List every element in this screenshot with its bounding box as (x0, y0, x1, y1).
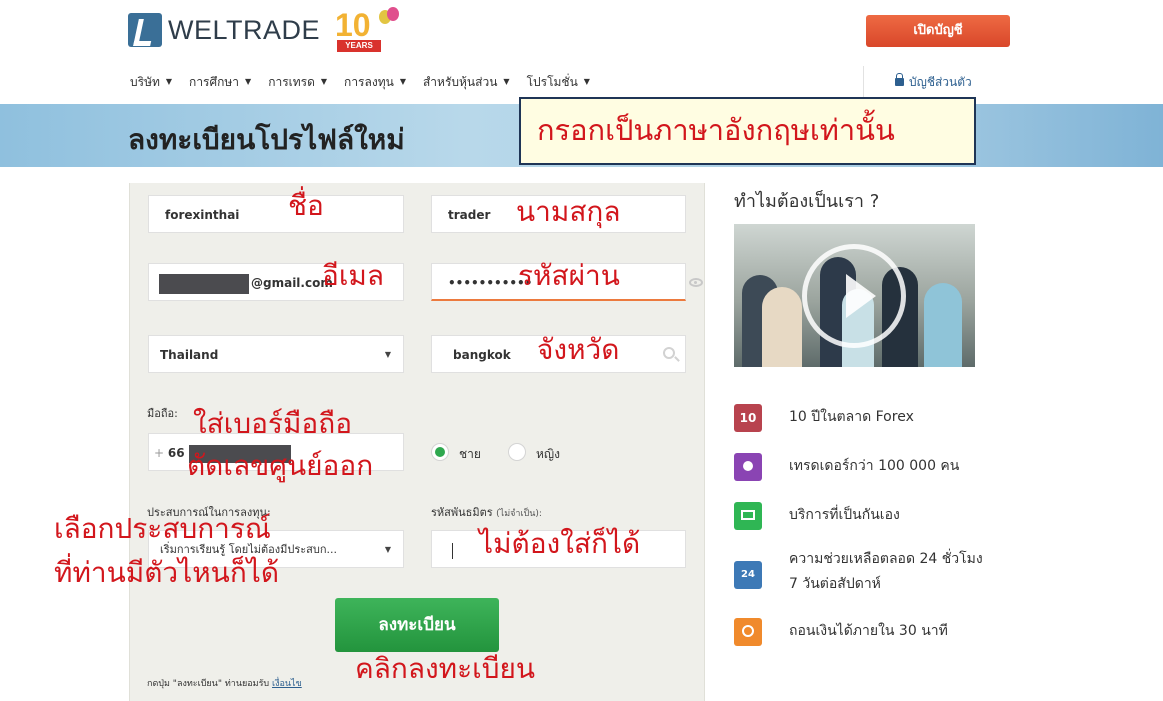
annotation-password: รหัสผ่าน (518, 259, 620, 292)
annotation-first-name: ชื่อ (288, 189, 324, 222)
caret-down-icon: ▼ (503, 77, 510, 86)
anniversary-number: 10 (335, 7, 371, 43)
feature-traders: เทรดเดอร์กว่า 100 000 คน (789, 458, 960, 474)
weltrade-logo[interactable]: WELTRADE (128, 13, 320, 49)
personal-account-link[interactable]: บัญชีส่วนตัว (895, 73, 972, 92)
terms-notice: กดปุ่ม "ลงทะเบียน" ท่านยอมรับ เงื่อนไข (147, 679, 302, 689)
nav-item-investment[interactable]: การลงทุน ▼ (344, 73, 406, 91)
annotation-submit: คลิกลงทะเบียน (355, 652, 536, 685)
select-caret-icon: ▼ (384, 545, 391, 554)
nav-item-promotions[interactable]: โปรโมชั่น ▼ (527, 73, 590, 91)
nav-divider (863, 66, 864, 98)
video-person (762, 287, 802, 367)
promo-video-thumbnail[interactable] (734, 224, 975, 367)
support-24-icon: 24 (734, 561, 762, 589)
gender-female-label: หญิง (536, 447, 560, 461)
search-icon (663, 347, 675, 359)
english-only-note: กรอกเป็นภาษาอังกฤษเท่านั้น (519, 97, 976, 165)
logo-mark-icon (128, 13, 162, 47)
ten-years-icon: 10 (734, 404, 762, 432)
terms-link[interactable]: เงื่อนไข (272, 679, 302, 689)
select-caret-icon: ▼ (384, 350, 391, 359)
text-cursor (452, 542, 453, 559)
annotation-experience-2: ที่ท่านมีตัวไหนก็ได้ (54, 556, 280, 589)
annotation-experience-1: เลือกประสบการณ์ (54, 512, 271, 545)
feature-support-24: ความช่วยเหลือตลอด 24 ชั่วโมง (789, 551, 983, 567)
presentation-icon (734, 502, 762, 530)
annotation-city: จังหวัด (537, 333, 620, 366)
annotation-email: อีเมล (322, 259, 385, 292)
open-account-button[interactable]: เปิดบัญชี (866, 15, 1010, 47)
nav-item-trading[interactable]: การเทรด ▼ (268, 73, 327, 91)
feature-withdrawal: ถอนเงินได้ภายใน 30 นาที (789, 623, 948, 639)
country-select[interactable]: Thailand ▼ (148, 335, 404, 373)
play-icon (846, 274, 876, 318)
feature-friendly-service: บริการที่เป็นกันเอง (789, 507, 900, 523)
feature-support-24-line2: 7 วันต่อสัปดาห์ (789, 576, 881, 592)
show-password-eye-icon[interactable] (689, 278, 703, 287)
feature-ten-years: 10 ปีในตลาด Forex (789, 409, 914, 425)
annotation-phone-2: ตัดเลขศูนย์ออก (187, 449, 374, 482)
anniversary-badge: 10 YEARS (335, 7, 401, 55)
balloon-icon (387, 7, 399, 21)
video-person (924, 283, 962, 367)
stopwatch-icon (734, 618, 762, 646)
lock-icon (895, 73, 904, 86)
caret-down-icon: ▼ (399, 77, 406, 86)
anniversary-ribbon: YEARS (337, 40, 381, 52)
annotation-partner: ไม่ต้องใส่ก็ได้ (479, 527, 641, 560)
redacted-block (159, 273, 249, 294)
annotation-last-name: นามสกุล (516, 195, 621, 228)
register-button[interactable]: ลงทะเบียน (335, 598, 499, 652)
page-title: ลงทะเบียนโปรไฟล์ใหม่ (128, 123, 405, 156)
nav-item-partners[interactable]: สำหรับหุ้นส่วน ▼ (423, 73, 510, 91)
mobile-label: มือถือ: (147, 407, 178, 420)
annotation-phone-1: ใส่เบอร์มือถือ (193, 407, 353, 440)
partner-code-label: รหัสพันธมิตร (ไม่จำเป็น): (431, 506, 542, 519)
caret-down-icon: ▼ (320, 77, 328, 86)
gender-female-radio[interactable] (508, 443, 526, 461)
nav-item-company[interactable]: บริษัท ▼ (130, 73, 172, 91)
logo-text: WELTRADE (168, 15, 321, 45)
main-nav: บริษัท ▼ การศึกษา ▼ การเทรด ▼ การลงทุน ▼ สำห… (130, 73, 607, 91)
nav-item-education[interactable]: การศึกษา ▼ (189, 73, 251, 91)
gender-male-label: ชาย (459, 447, 481, 461)
trader-user-icon (734, 453, 762, 481)
gender-male-radio[interactable] (431, 443, 449, 461)
why-us-title: ทำไมต้องเป็นเรา ? (734, 191, 880, 212)
caret-down-icon: ▼ (583, 77, 590, 86)
first-name-input[interactable]: forexinthai (148, 195, 404, 233)
caret-down-icon: ▼ (245, 77, 252, 86)
caret-down-icon: ▼ (165, 77, 173, 86)
